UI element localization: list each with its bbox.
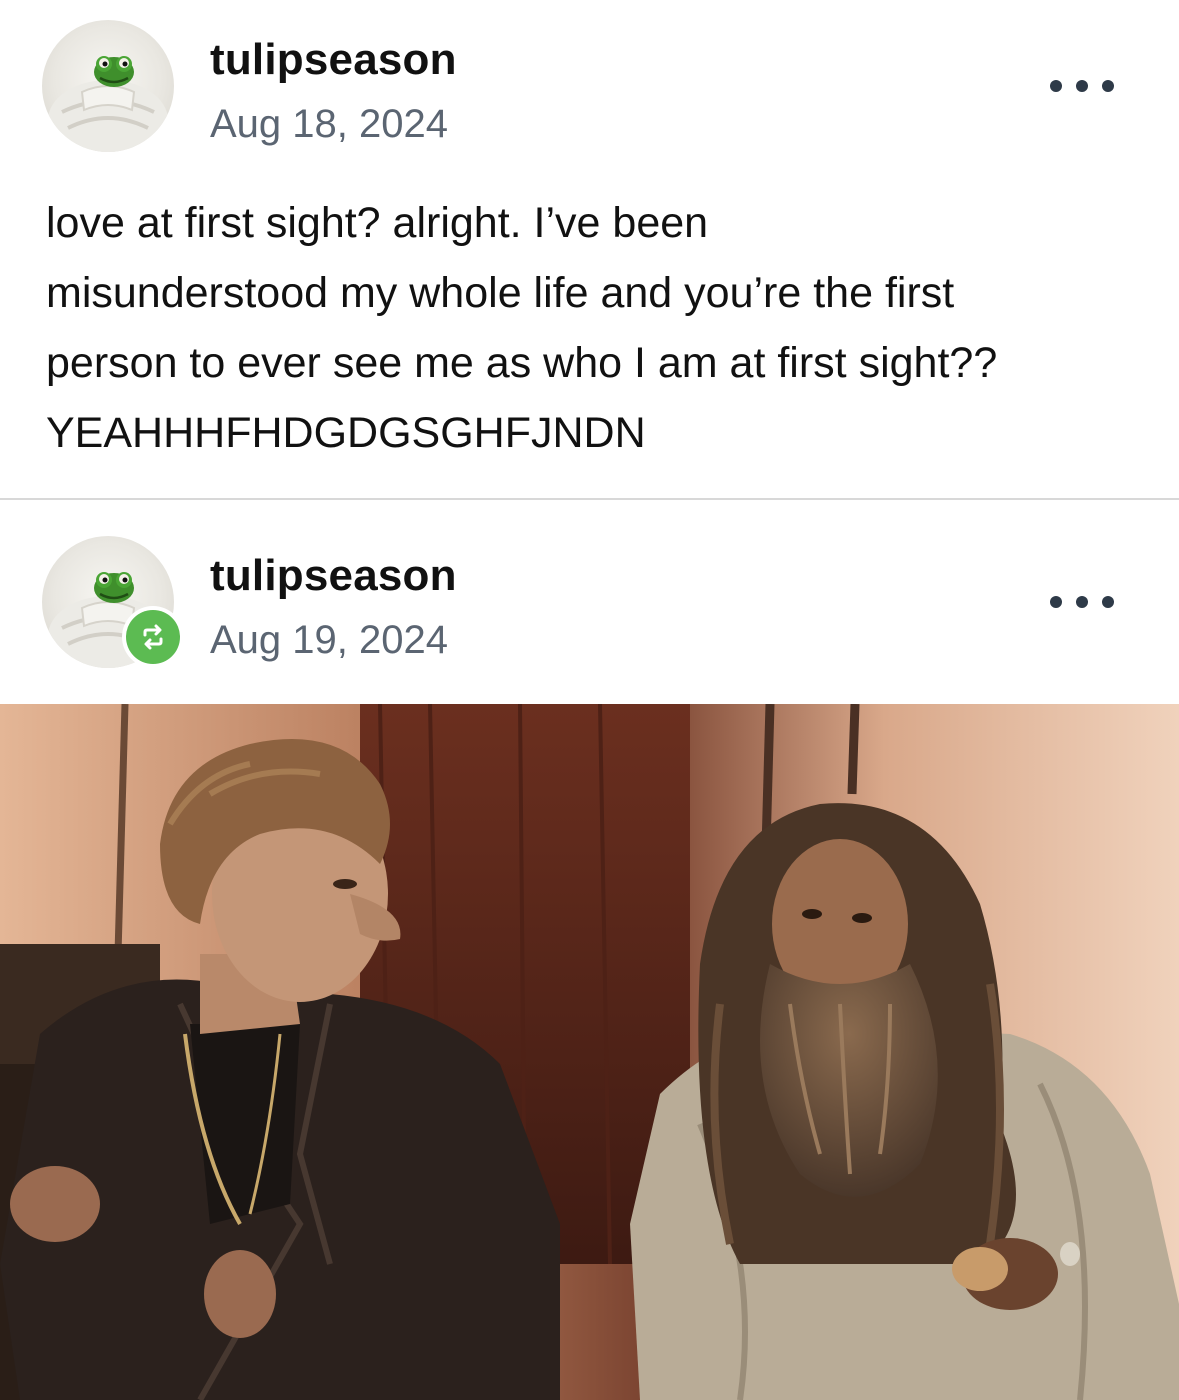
post-text-line: love at first sight? alright. I’ve been (46, 199, 709, 247)
post-text-line: YEAHHHFHDGDGSGHFJNDN (46, 409, 646, 457)
post-text-line: person to ever see me as who I am at fir… (46, 339, 998, 387)
two-men-scene-image (0, 704, 1179, 1400)
more-options-button[interactable] (1050, 74, 1114, 98)
frog-avatar-image (48, 56, 168, 152)
post-date[interactable]: Aug 18, 2024 (210, 104, 448, 144)
reblog-icon (143, 624, 163, 650)
avatar[interactable] (42, 20, 174, 152)
reblog-badge (122, 606, 184, 668)
username[interactable]: tulipseason (210, 38, 457, 82)
username[interactable]: tulipseason (210, 554, 457, 598)
post-gif-image[interactable] (0, 704, 1179, 1400)
ellipsis-icon (1050, 596, 1062, 608)
post-text: love at first sight? alright. I’ve been … (46, 188, 1146, 468)
post-original: tulipseason Aug 18, 2024 love at first s… (0, 0, 1179, 498)
ellipsis-icon (1050, 80, 1062, 92)
more-options-button[interactable] (1050, 590, 1114, 614)
post-date[interactable]: Aug 19, 2024 (210, 620, 448, 660)
post-text-line: misunderstood my whole life and you’re t… (46, 269, 955, 317)
